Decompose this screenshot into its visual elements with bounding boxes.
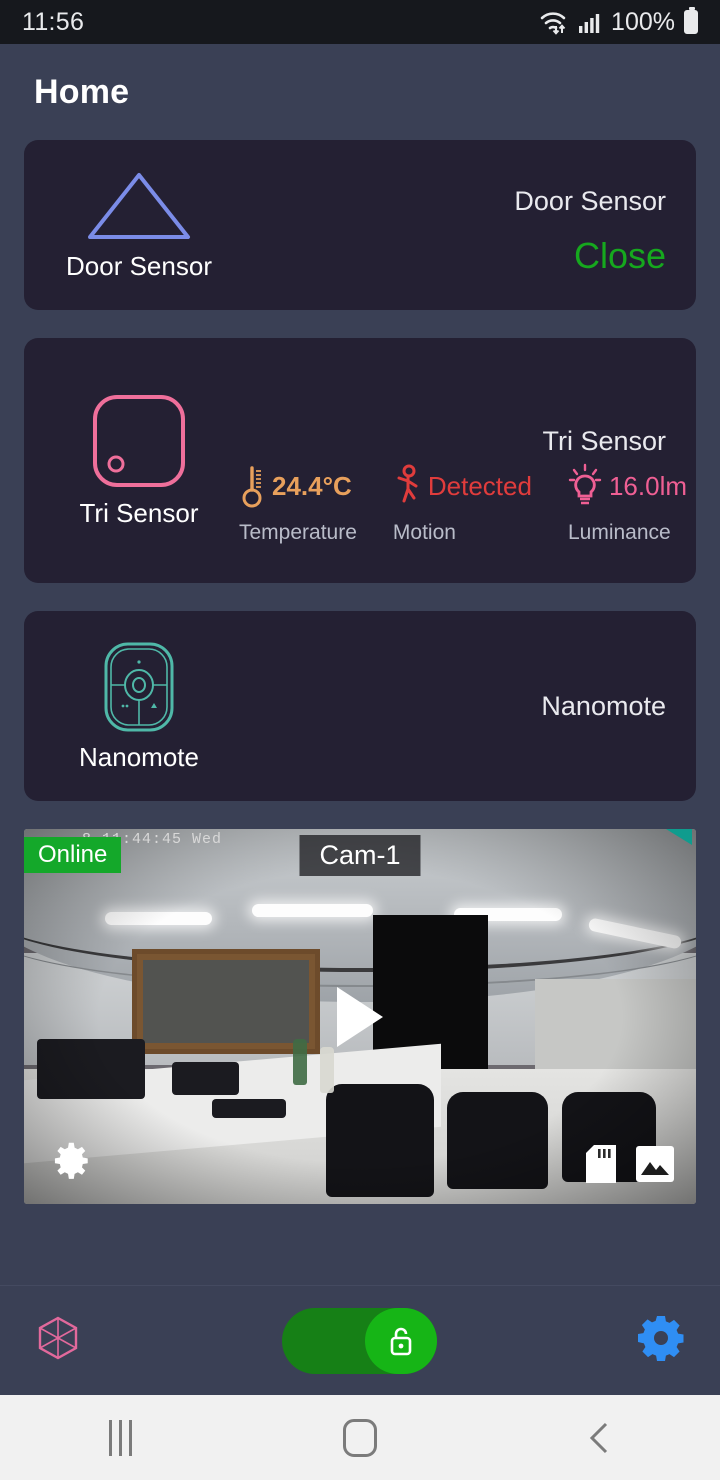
device-name: Tri Sensor	[79, 498, 199, 528]
scenes-button[interactable]	[34, 1314, 82, 1367]
device-card-tri-sensor[interactable]: Tri Sensor 24.4°C Temperature Detected M…	[24, 338, 696, 583]
signal-bars-icon	[579, 14, 600, 33]
device-identity: Nanomote	[24, 611, 254, 801]
back-button[interactable]	[540, 1395, 660, 1480]
metric-value: 24.4°C	[272, 470, 352, 501]
app-bar: Home	[0, 44, 720, 140]
metric-temperature: 24.4°C Temperature	[239, 463, 357, 545]
status-bar: 11:56 100%	[0, 0, 720, 44]
recents-icon	[108, 1419, 132, 1456]
battery-full-icon	[684, 7, 698, 34]
device-title: Tri Sensor	[542, 426, 666, 456]
device-status-block: Nanomote	[541, 611, 666, 801]
device-name: Nanomote	[79, 741, 199, 772]
metric-label: Temperature	[239, 521, 357, 544]
sd-card-icon	[586, 1145, 616, 1183]
camera-action-icons	[586, 1145, 674, 1188]
status-time: 11:56	[22, 7, 85, 36]
device-title: Door Sensor	[514, 186, 666, 216]
bottom-toolbar	[0, 1285, 720, 1395]
gear-icon	[54, 1142, 88, 1179]
gallery-button[interactable]	[636, 1146, 674, 1187]
settings-button[interactable]	[636, 1313, 686, 1368]
gear-icon	[638, 1316, 684, 1361]
android-nav-bar	[0, 1395, 720, 1480]
cube-icon	[38, 1316, 78, 1360]
camera-online-badge: Online	[24, 837, 122, 873]
nanomote-remote-icon	[92, 640, 186, 734]
gallery-image-icon	[636, 1146, 674, 1182]
door-sensor-triangle-icon	[84, 169, 194, 243]
toggle-knob	[364, 1307, 437, 1374]
lock-toggle-switch[interactable]	[281, 1307, 437, 1374]
device-identity: Door Sensor	[24, 140, 254, 310]
camera-feed-card[interactable]: 8 11:44:45 Wed Online Cam-1	[24, 829, 696, 1204]
play-icon[interactable]	[337, 986, 383, 1047]
camera-settings-button[interactable]	[50, 1137, 94, 1186]
device-identity: Tri Sensor	[24, 338, 254, 583]
camera-name-label: Cam-1	[299, 835, 421, 876]
unlock-padlock-icon	[390, 1327, 411, 1355]
thermometer-icon	[242, 466, 262, 508]
tri-sensor-icon	[90, 392, 188, 490]
metric-motion: Detected Motion	[393, 463, 532, 545]
metric-label: Motion	[392, 521, 456, 544]
back-icon	[589, 1422, 608, 1453]
motion-person-icon	[397, 464, 418, 503]
home-button[interactable]	[300, 1395, 420, 1480]
wifi-icon	[540, 12, 566, 35]
device-status-block: Door Sensor Close	[514, 140, 666, 310]
home-icon	[343, 1418, 377, 1457]
metric-value: Detected	[427, 470, 532, 501]
device-name: Door Sensor	[66, 250, 212, 281]
sd-card-button[interactable]	[586, 1145, 616, 1188]
device-title: Nanomote	[541, 690, 666, 721]
device-status-block: Tri Sensor	[542, 338, 666, 583]
status-badge: Close	[573, 235, 666, 276]
recents-button[interactable]	[60, 1395, 180, 1480]
device-card-nanomote[interactable]: Nanomote Nanomote	[24, 611, 696, 801]
battery-percent: 100%	[611, 7, 675, 36]
page-title: Home	[34, 72, 130, 111]
device-card-door-sensor[interactable]: Door Sensor Door Sensor Close	[24, 140, 696, 310]
status-indicators: 100%	[539, 7, 698, 37]
